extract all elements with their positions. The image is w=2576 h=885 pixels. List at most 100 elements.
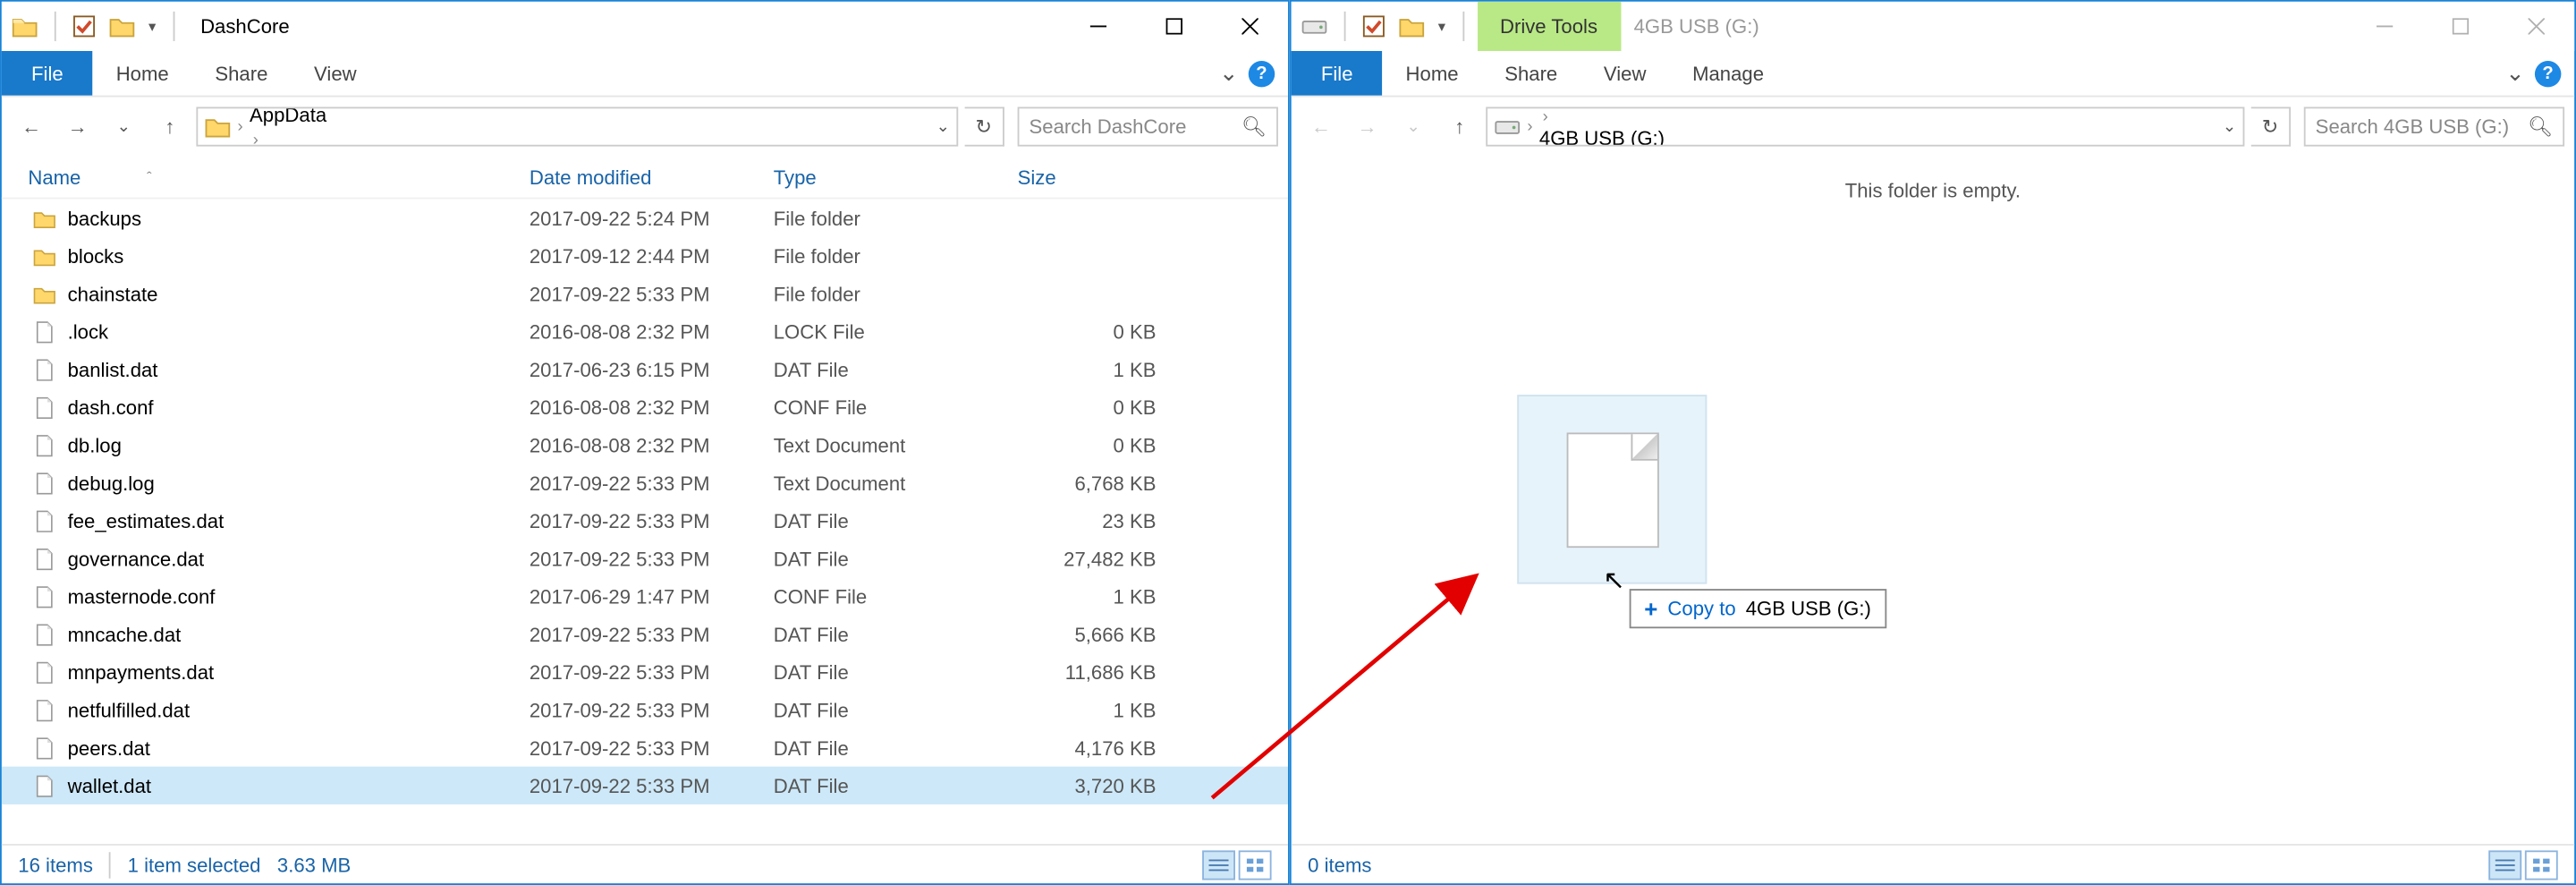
back-button[interactable]: ← xyxy=(1301,106,1341,146)
file-size: 0 KB xyxy=(1018,396,1157,419)
expand-ribbon-icon[interactable]: ⌄ xyxy=(1219,59,1239,87)
file-type: DAT File xyxy=(774,623,1018,646)
file-row[interactable]: mncache.dat2017-09-22 5:33 PMDAT File5,6… xyxy=(2,616,1288,653)
tab-share[interactable]: Share xyxy=(1481,51,1580,96)
file-icon xyxy=(28,433,61,456)
file-size: 6,768 KB xyxy=(1018,472,1157,495)
file-row[interactable]: wallet.dat2017-09-22 5:33 PMDAT File3,72… xyxy=(2,767,1288,804)
close-button[interactable] xyxy=(1212,2,1288,51)
address-bar[interactable]: › Users›strophy›AppData›Roaming›DashCore… xyxy=(196,106,958,146)
maximize-button[interactable] xyxy=(2423,2,2499,51)
search-input[interactable]: Search DashCore 🔍︎ xyxy=(1018,106,1278,146)
minimize-button[interactable] xyxy=(1061,2,1137,51)
recent-locations-button[interactable]: ⌄ xyxy=(1394,106,1433,146)
folder-icon[interactable] xyxy=(1399,15,1426,38)
window-title: DashCore xyxy=(200,15,290,38)
refresh-button[interactable]: ↻ xyxy=(2251,106,2291,146)
column-name[interactable]: Nameˆ xyxy=(28,157,530,198)
file-list[interactable]: backups2017-09-22 5:24 PMFile folderbloc… xyxy=(2,199,1288,844)
search-input[interactable]: Search 4GB USB (G:) 🔍︎ xyxy=(2304,106,2564,146)
folder-icon xyxy=(28,207,61,230)
tab-file[interactable]: File xyxy=(1292,51,1383,96)
breadcrumb-segment[interactable]: AppData xyxy=(250,106,339,126)
minimize-button[interactable] xyxy=(2347,2,2423,51)
recent-locations-button[interactable]: ⌄ xyxy=(104,106,143,146)
tab-view[interactable]: View xyxy=(1580,51,1669,96)
tab-share[interactable]: Share xyxy=(192,51,292,96)
up-button[interactable]: ↑ xyxy=(1440,106,1479,146)
search-icon[interactable]: 🔍︎ xyxy=(2528,115,2553,139)
back-button[interactable]: ← xyxy=(12,106,51,146)
chevron-right-icon[interactable]: › xyxy=(1524,117,1537,135)
close-button[interactable] xyxy=(2498,2,2574,51)
file-row[interactable]: governance.dat2017-09-22 5:33 PMDAT File… xyxy=(2,540,1288,577)
address-dropdown-icon[interactable]: ⌄ xyxy=(936,117,950,135)
file-size: 4,176 KB xyxy=(1018,736,1157,760)
address-dropdown-icon[interactable]: ⌄ xyxy=(2223,117,2236,135)
file-date: 2016-08-08 2:32 PM xyxy=(530,320,774,344)
file-row[interactable]: chainstate2017-09-22 5:33 PMFile folder xyxy=(2,275,1288,312)
file-row[interactable]: mnpayments.dat2017-09-22 5:33 PMDAT File… xyxy=(2,653,1288,691)
maximize-button[interactable] xyxy=(1136,2,1212,51)
file-row[interactable]: backups2017-09-22 5:24 PMFile folder xyxy=(2,199,1288,236)
file-name: governance.dat xyxy=(61,547,530,570)
file-icon xyxy=(28,623,61,646)
chevron-right-icon[interactable]: › xyxy=(250,132,262,147)
file-row[interactable]: masternode.conf2017-06-29 1:47 PMCONF Fi… xyxy=(2,577,1288,615)
qat-overflow-icon[interactable]: ▾ xyxy=(148,17,156,35)
help-icon[interactable]: ? xyxy=(2535,60,2562,86)
file-row[interactable]: .lock2016-08-08 2:32 PMLOCK File0 KB xyxy=(2,312,1288,350)
folder-icon[interactable] xyxy=(109,15,136,38)
tab-view[interactable]: View xyxy=(291,51,379,96)
tab-manage[interactable]: Manage xyxy=(1669,51,1787,96)
thumbnails-view-button[interactable] xyxy=(2525,849,2558,879)
details-view-button[interactable] xyxy=(1202,849,1235,879)
checkbox-icon[interactable] xyxy=(1362,15,1385,38)
details-view-button[interactable] xyxy=(2488,849,2521,879)
refresh-button[interactable]: ↻ xyxy=(965,106,1004,146)
up-button[interactable]: ↑ xyxy=(150,106,190,146)
file-name: fee_estimates.dat xyxy=(61,509,530,532)
selection-size: 3.63 MB xyxy=(277,853,351,876)
file-date: 2017-09-22 5:33 PM xyxy=(530,472,774,495)
file-row[interactable]: peers.dat2017-09-22 5:33 PMDAT File4,176… xyxy=(2,728,1288,766)
thumbnails-view-button[interactable] xyxy=(1239,849,1272,879)
tab-file[interactable]: File xyxy=(2,51,93,96)
file-row[interactable]: db.log2016-08-08 2:32 PMText Document0 K… xyxy=(2,426,1288,464)
column-size[interactable]: Size xyxy=(1018,157,1288,198)
quick-access-toolbar: ▾ xyxy=(1292,2,1477,51)
tab-home[interactable]: Home xyxy=(93,51,192,96)
file-size: 11,686 KB xyxy=(1018,660,1157,684)
forward-button[interactable]: → xyxy=(58,106,97,146)
folder-icon xyxy=(28,282,61,305)
file-type: File folder xyxy=(774,244,1018,268)
file-row[interactable]: fee_estimates.dat2017-09-22 5:33 PMDAT F… xyxy=(2,502,1288,540)
qat-overflow-icon[interactable]: ▾ xyxy=(1438,17,1445,35)
file-row[interactable]: netfulfilled.dat2017-09-22 5:33 PMDAT Fi… xyxy=(2,691,1288,728)
chevron-right-icon[interactable]: › xyxy=(1539,108,1552,126)
column-type[interactable]: Type xyxy=(774,157,1018,198)
file-type: DAT File xyxy=(774,547,1018,570)
file-icon xyxy=(28,660,61,684)
tab-home[interactable]: Home xyxy=(1383,51,1482,96)
checkbox-icon[interactable] xyxy=(72,15,96,38)
file-row[interactable]: dash.conf2016-08-08 2:32 PMCONF File0 KB xyxy=(2,388,1288,426)
help-icon[interactable]: ? xyxy=(1249,60,1275,86)
breadcrumb-segment[interactable]: 4GB USB (G:) xyxy=(1539,127,1665,147)
plus-icon: + xyxy=(1644,595,1657,621)
file-row[interactable]: blocks2017-09-12 2:44 PMFile folder xyxy=(2,237,1288,275)
chevron-right-icon[interactable]: › xyxy=(234,117,247,135)
item-count: 0 items xyxy=(1308,853,1371,876)
expand-ribbon-icon[interactable]: ⌄ xyxy=(2505,59,2525,87)
drag-destination-label: 4GB USB (G:) xyxy=(1746,597,1871,620)
address-bar[interactable]: › This PC›4GB USB (G:)› ⌄ xyxy=(1486,106,2244,146)
file-row[interactable]: banlist.dat2017-06-23 6:15 PMDAT File1 K… xyxy=(2,351,1288,388)
cursor-icon: ↖ xyxy=(1603,565,1625,598)
file-row[interactable]: debug.log2017-09-22 5:33 PMText Document… xyxy=(2,464,1288,501)
column-date[interactable]: Date modified xyxy=(530,157,774,198)
file-type: CONF File xyxy=(774,585,1018,608)
search-icon[interactable]: 🔍︎ xyxy=(1241,115,1267,139)
forward-button[interactable]: → xyxy=(1347,106,1386,146)
file-list[interactable]: This folder is empty. xyxy=(1292,157,2574,844)
titlebar: ▾ Drive Tools 4GB USB (G:) xyxy=(1292,2,2574,51)
